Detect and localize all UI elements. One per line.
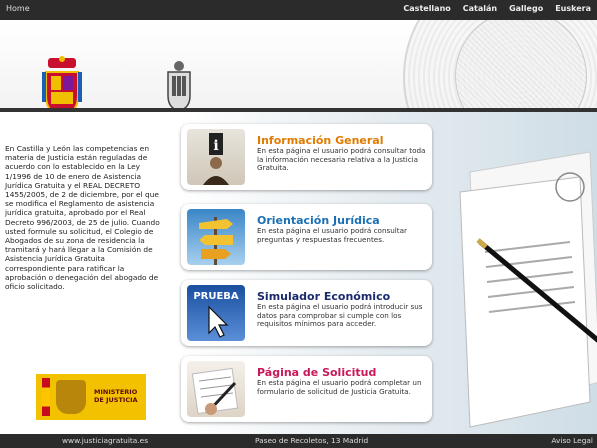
info-person-icon: i bbox=[187, 129, 245, 185]
svg-text:i: i bbox=[213, 138, 218, 154]
card-simulador-economico[interactable]: PRUEBA Simulador Económico En esta págin… bbox=[181, 280, 432, 346]
court-seal-logo bbox=[167, 61, 191, 108]
card-pagina-solicitud[interactable]: Página de Solicitud En esta página el us… bbox=[181, 356, 432, 422]
footer-website-link[interactable]: www.justiciagratuita.es bbox=[62, 436, 148, 445]
top-navigation-bar: Home Castellano Catalán Gallego Euskera bbox=[0, 0, 597, 20]
signpost-icon bbox=[187, 209, 245, 265]
card-description: En esta página el usuario podrá consulta… bbox=[257, 146, 426, 173]
card-informacion-general[interactable]: i Información General En esta página el … bbox=[181, 124, 432, 190]
coat-of-arms-icon bbox=[56, 380, 86, 414]
lang-castellano-link[interactable]: Castellano bbox=[403, 4, 450, 13]
page-footer: www.justiciagratuita.es Paseo de Recolet… bbox=[0, 434, 597, 448]
form-pen-icon bbox=[187, 361, 245, 417]
home-link[interactable]: Home bbox=[6, 4, 30, 13]
intro-text: En Castilla y León las competencias en m… bbox=[5, 144, 160, 292]
ministry-logo-text: MINISTERIO DE JUSTICIA bbox=[94, 388, 138, 404]
main-content: En Castilla y León las competencias en m… bbox=[0, 112, 597, 434]
prueba-cursor-icon: PRUEBA bbox=[187, 285, 245, 341]
lang-euskera-link[interactable]: Euskera bbox=[555, 4, 591, 13]
card-description: En esta página el usuario podrá completa… bbox=[257, 378, 422, 396]
thumb-prueba-label: PRUEBA bbox=[193, 291, 239, 302]
documents-pen-illustration bbox=[459, 151, 597, 428]
card-orientacion-juridica[interactable]: Orientación Jurídica En esta página el u… bbox=[181, 204, 432, 270]
spain-flag-icon bbox=[42, 378, 50, 416]
page-header bbox=[0, 20, 597, 108]
card-description: En esta página el usuario podrá introduc… bbox=[257, 302, 423, 329]
language-selector: Castellano Catalán Gallego Euskera bbox=[403, 4, 591, 13]
lang-gallego-link[interactable]: Gallego bbox=[509, 4, 543, 13]
footer-legal-link[interactable]: Aviso Legal bbox=[551, 436, 593, 445]
document-watermark bbox=[455, 20, 587, 108]
card-description: En esta página el usuario podrá consulta… bbox=[257, 226, 407, 244]
footer-address: Paseo de Recoletos, 13 Madrid bbox=[255, 436, 369, 445]
ministry-logo[interactable]: MINISTERIO DE JUSTICIA bbox=[36, 374, 146, 420]
coat-of-arms-logo bbox=[42, 56, 82, 108]
lang-catalan-link[interactable]: Catalán bbox=[463, 4, 497, 13]
